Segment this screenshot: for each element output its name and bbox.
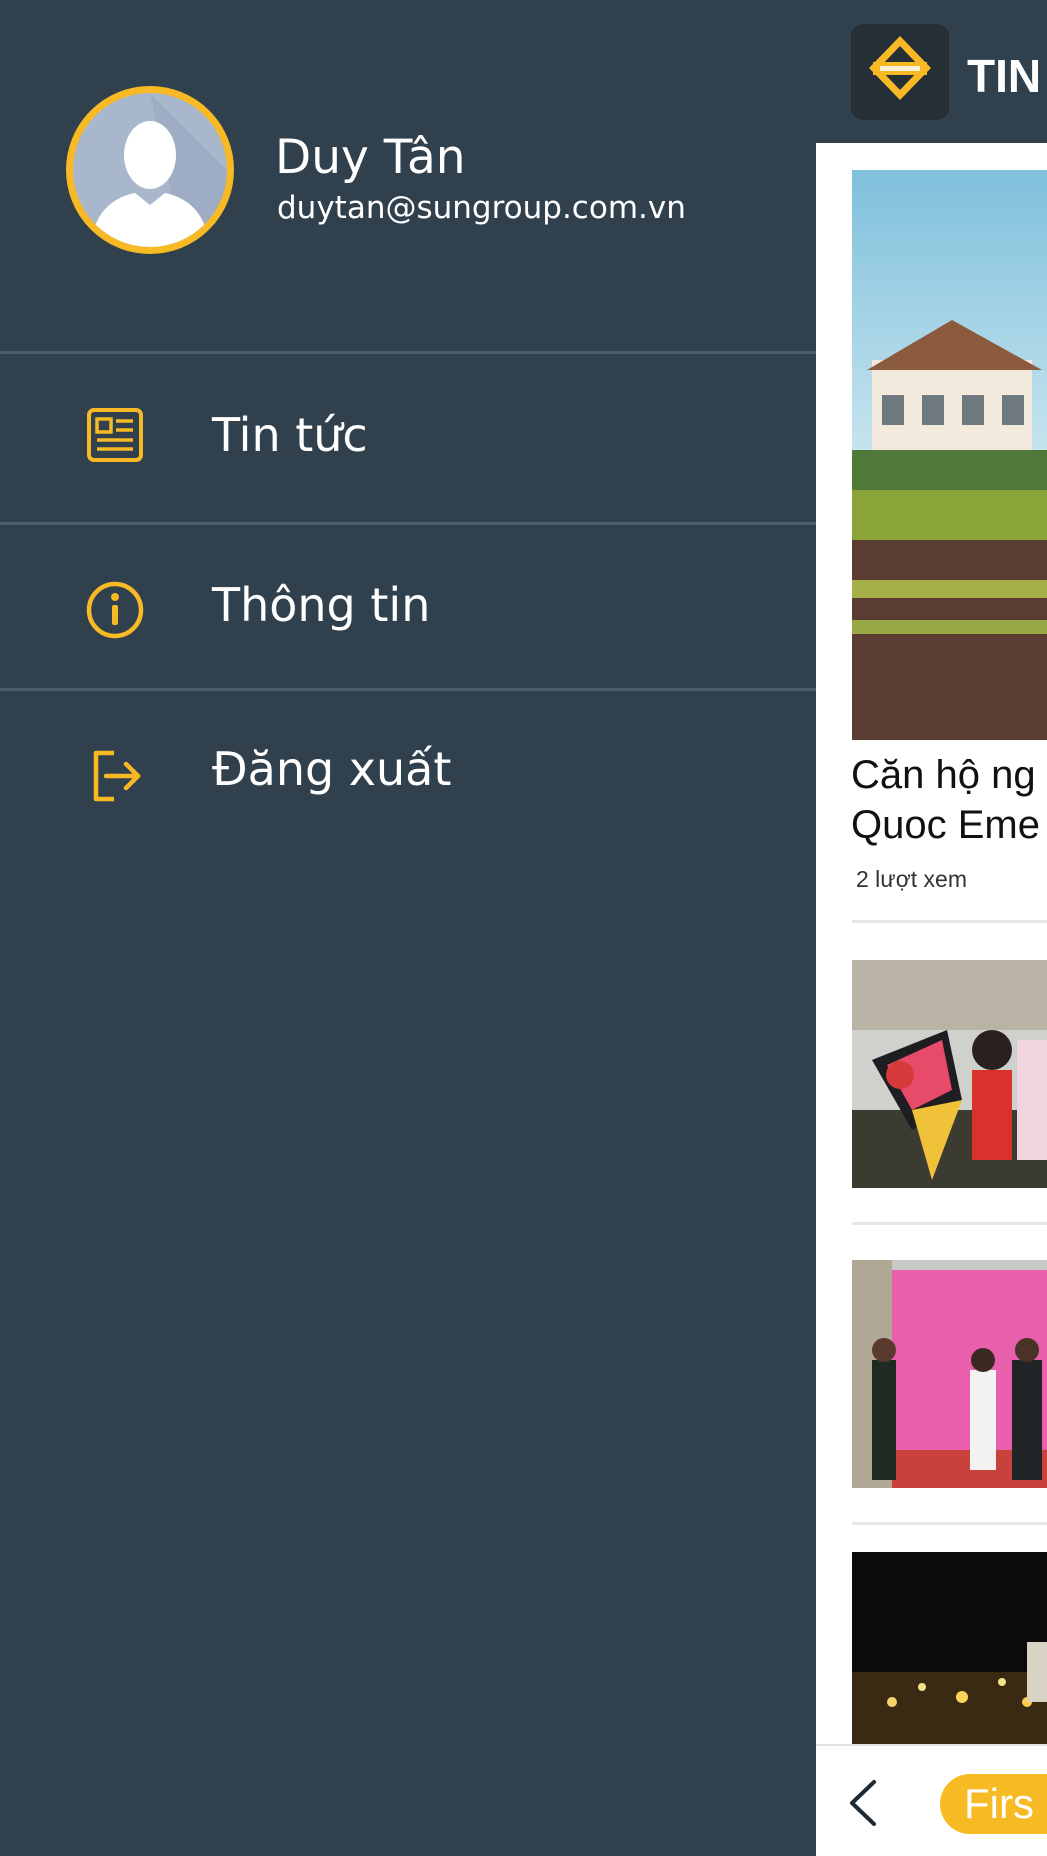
- news-title-line: Quoc Eme: [851, 803, 1040, 847]
- menu-item-label: Thông tin: [212, 578, 431, 632]
- user-email: duytan@sungroup.com.vn: [277, 190, 686, 226]
- navigation-drawer: Duy Tân duytan@sungroup.com.vn Tin tức T…: [0, 0, 816, 1856]
- info-icon: [86, 581, 144, 639]
- app-header-title: TIN: [967, 50, 1042, 102]
- news-item-image[interactable]: [852, 170, 1047, 740]
- news-item-title[interactable]: Căn hộ ng Quoc Eme: [851, 750, 1040, 850]
- news-title-line: Căn hộ ng: [851, 753, 1036, 797]
- news-app-panel: TIN Căn hộ ng Quoc Eme 2 lượt xem Firs: [816, 0, 1047, 1856]
- menu-item-logout[interactable]: Đăng xuất: [0, 691, 816, 855]
- menu-item-label: Tin tức: [212, 408, 368, 462]
- app-header: TIN: [816, 0, 1047, 143]
- logout-icon: [93, 750, 141, 802]
- menu-item-info[interactable]: Thông tin: [0, 525, 816, 689]
- user-name: Duy Tân: [275, 130, 466, 185]
- chevron-left-icon[interactable]: [846, 1778, 880, 1828]
- news-separator: [852, 1522, 1047, 1525]
- news-view-count: 2 lượt xem: [856, 866, 968, 892]
- avatar[interactable]: [66, 86, 234, 254]
- menu-item-label: Đăng xuất: [212, 742, 452, 796]
- sungroup-logo: [851, 24, 949, 120]
- user-silhouette-icon: [91, 93, 227, 247]
- menu-item-news[interactable]: Tin tức: [0, 354, 816, 518]
- news-item-image[interactable]: [852, 960, 1047, 1188]
- news-separator: [852, 920, 1047, 923]
- news-item-image[interactable]: [852, 1260, 1047, 1488]
- newspaper-icon: [87, 408, 143, 462]
- first-page-label: Firs: [964, 1780, 1034, 1827]
- news-item-image[interactable]: [852, 1552, 1047, 1752]
- news-separator: [852, 1222, 1047, 1225]
- pagination-bar: Firs: [816, 1744, 1047, 1856]
- first-page-button[interactable]: Firs: [940, 1774, 1047, 1834]
